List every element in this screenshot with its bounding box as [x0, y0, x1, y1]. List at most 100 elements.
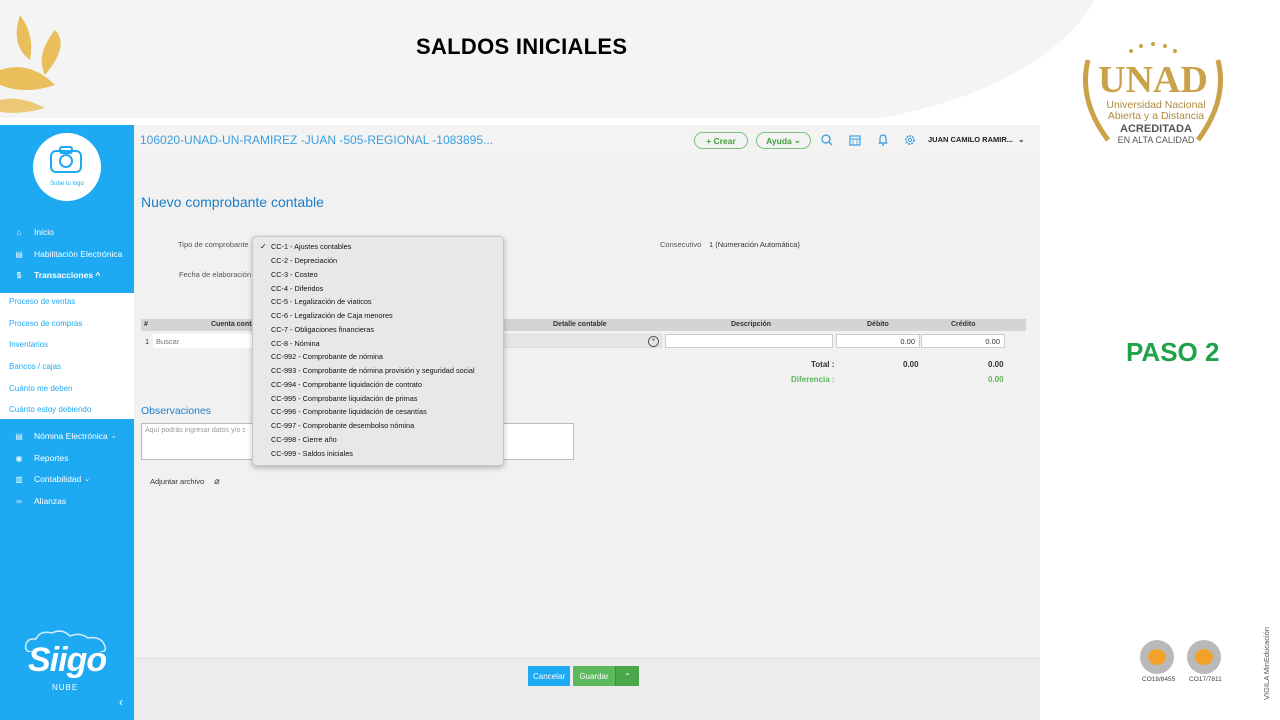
sgs-code: CO17/7811: [1189, 676, 1222, 683]
col-credit: Crédito: [951, 321, 976, 328]
sgs-code: CO18/8455: [1142, 676, 1176, 683]
dropdown-option-label: CC-998 - Cierre año: [271, 434, 337, 444]
sidebar-item-alianzas[interactable]: ∞ Alianzas: [0, 491, 134, 511]
submenu-item-ventas[interactable]: Proceso de ventas: [9, 297, 75, 306]
consecutive-label: Consecutivo: [660, 240, 702, 249]
dropdown-option[interactable]: CC-993 - Comprobante de nómina provisión…: [257, 364, 499, 378]
submenu-item-inventarios[interactable]: Inventarios: [9, 340, 48, 349]
search-icon[interactable]: [821, 134, 833, 146]
payroll-icon: ▤: [15, 431, 23, 441]
home-icon: ⌂: [16, 227, 22, 237]
account-search-input[interactable]: [153, 334, 253, 348]
dropdown-option-label: CC-992 - Comprobante de nómina: [271, 352, 383, 362]
dropdown-option[interactable]: CC-995 - Comprobante liquidación de prim…: [257, 391, 499, 405]
dropdown-option[interactable]: CC-992 - Comprobante de nómina: [257, 350, 499, 364]
submenu-item-me-deben[interactable]: Cuánto me deben: [9, 384, 73, 393]
voucher-type-dropdown[interactable]: ✓ CC-1 - Ajustes contables CC-2 - Deprecia…: [252, 236, 504, 466]
col-debit: Débito: [867, 321, 889, 328]
attach-label: Adjuntar archivo: [150, 477, 205, 486]
detail-field[interactable]: [502, 334, 662, 348]
dropdown-option[interactable]: CC-2 - Depreciación: [257, 254, 499, 268]
unad-accreditation: ACREDITADA EN ALTA CALIDAD: [1100, 124, 1212, 146]
voucher-type-label: Tipo de comprobante: [178, 240, 249, 249]
dropdown-option[interactable]: CC-8 - Nómina: [257, 336, 499, 350]
dropdown-option-label: CC-6 - Legalización de Caja menores: [271, 311, 393, 321]
dropdown-option-label: CC-994 - Comprobante liquidación de cont…: [271, 379, 422, 389]
quality-text: EN ALTA CALIDAD: [1117, 135, 1195, 145]
col-description: Descripción: [731, 321, 772, 328]
credit-input[interactable]: 0.00: [921, 334, 1005, 348]
dropdown-option[interactable]: CC-997 - Comprobante desembolso nómina: [257, 419, 499, 433]
observations-heading: Observaciones: [141, 405, 212, 417]
unad-mark: UNAD: [1098, 59, 1208, 101]
chevron-up-icon[interactable]: ⌃: [615, 666, 639, 686]
sidebar-item-contabilidad[interactable]: ▥ Contabilidad ⌄: [0, 469, 134, 489]
dropdown-option[interactable]: CC-996 - Comprobante liquidación de cesa…: [257, 405, 499, 419]
accredited-text: ACREDITADA: [1120, 123, 1192, 135]
save-button[interactable]: Guardar: [573, 666, 615, 686]
calendar-icon[interactable]: [849, 134, 861, 146]
dropdown-option-label: CC-995 - Comprobante liquidación de prim…: [271, 393, 418, 403]
bell-icon[interactable]: [877, 134, 889, 146]
reports-icon: ◉: [15, 453, 23, 463]
unad-name-line2: Abierta y a Distancia: [1107, 110, 1205, 122]
document-icon: ▤: [15, 249, 23, 259]
submenu-item-debiendo[interactable]: Cuánto estoy debiendo: [9, 405, 91, 414]
description-input[interactable]: [665, 334, 833, 348]
siigo-brand: Siigo: [28, 641, 107, 679]
mineducacion-vertical-text: VIGILA MinEducación: [1262, 627, 1271, 700]
dropdown-option[interactable]: CC-5 - Legalización de viaticos: [257, 295, 499, 309]
plus-circle-icon[interactable]: +: [648, 336, 659, 347]
dropdown-option[interactable]: CC-6 - Legalización de Caja menores: [257, 309, 499, 323]
app-window: Sube tu logo ⌂ Inicio ▤ Habilitación Ele…: [0, 125, 1040, 720]
dropdown-option[interactable]: CC-998 - Cierre año: [257, 433, 499, 447]
dropdown-option-label: CC-2 - Depreciación: [271, 256, 338, 266]
consecutive-value: 1 (Numeración Automática): [709, 240, 800, 249]
total-debit: 0.00: [903, 360, 919, 369]
cancel-button[interactable]: Cancelar: [528, 666, 570, 686]
dropdown-option[interactable]: CC-7 - Obligaciones financieras: [257, 323, 499, 337]
unad-name: Universidad Nacional Abierta y a Distanc…: [1104, 100, 1208, 122]
sidebar-item-label: Transacciones ^: [34, 270, 101, 280]
gear-icon[interactable]: [904, 134, 916, 146]
attach-file[interactable]: Adjuntar archivo ⌀: [150, 476, 220, 487]
dropdown-option-label: CC-4 - Diferidos: [271, 283, 324, 293]
sidebar-item-label: Alianzas: [34, 496, 67, 506]
camera-icon: [50, 146, 82, 173]
collapse-sidebar-icon[interactable]: ‹: [119, 695, 123, 709]
dropdown-option-label: CC-5 - Legalización de viaticos: [271, 297, 372, 307]
sidebar-item-transacciones[interactable]: $ Transacciones ^: [0, 265, 134, 285]
accounting-icon: ▥: [15, 474, 23, 484]
chevron-down-icon: ⌄: [84, 476, 91, 483]
col-number: #: [144, 321, 148, 328]
create-button[interactable]: + Crear: [694, 132, 748, 149]
debit-input[interactable]: 0.00: [836, 334, 920, 348]
sidebar: Sube tu logo ⌂ Inicio ▤ Habilitación Ele…: [0, 125, 134, 720]
sidebar-item-reportes[interactable]: ◉ Reportes: [0, 448, 134, 468]
dropdown-option[interactable]: CC-994 - Comprobante liquidación de cont…: [257, 378, 499, 392]
step-label: PASO 2: [1126, 337, 1220, 367]
help-button[interactable]: Ayuda ⌄: [756, 132, 811, 149]
col-account: Cuenta conta: [211, 321, 256, 328]
logo-upload[interactable]: Sube tu logo: [33, 133, 101, 201]
company-title: 106020-UNAD-UN-RAMIREZ -JUAN -505-REGION…: [140, 133, 493, 147]
submenu-item-compras[interactable]: Proceso de compras: [9, 319, 82, 328]
dropdown-option-label: CC-996 - Comprobante liquidación de cesa…: [271, 407, 427, 417]
submenu-item-bancos[interactable]: Bancos / cajas: [9, 362, 61, 371]
user-menu[interactable]: JUAN CAMILO RAMIR... ⌄: [928, 135, 1024, 144]
sidebar-item-inicio[interactable]: ⌂ Inicio: [0, 222, 134, 242]
dropdown-option[interactable]: CC-999 - Saldos iniciales: [257, 446, 499, 460]
dropdown-option-label: CC-993 - Comprobante de nómina provisión…: [271, 366, 475, 376]
link-icon: ∞: [16, 496, 22, 506]
sidebar-item-nomina[interactable]: ▤ Nómina Electrónica ⌄: [0, 426, 134, 446]
dropdown-option[interactable]: CC-4 - Diferidos: [257, 281, 499, 295]
dropdown-option[interactable]: CC-3 - Costeo: [257, 268, 499, 282]
help-button-label: Ayuda: [766, 135, 792, 146]
dropdown-option[interactable]: ✓ CC-1 - Ajustes contables: [257, 240, 499, 254]
dropdown-option-label: CC-8 - Nómina: [271, 338, 320, 348]
difference-value: 0.00: [988, 375, 1004, 384]
sidebar-item-habilitacion[interactable]: ▤ Habilitación Electrónica: [0, 244, 134, 264]
dropdown-option-label: CC-3 - Costeo: [271, 269, 318, 279]
chevron-down-icon: ⌄: [1018, 135, 1025, 144]
transactions-icon: $: [16, 270, 22, 280]
